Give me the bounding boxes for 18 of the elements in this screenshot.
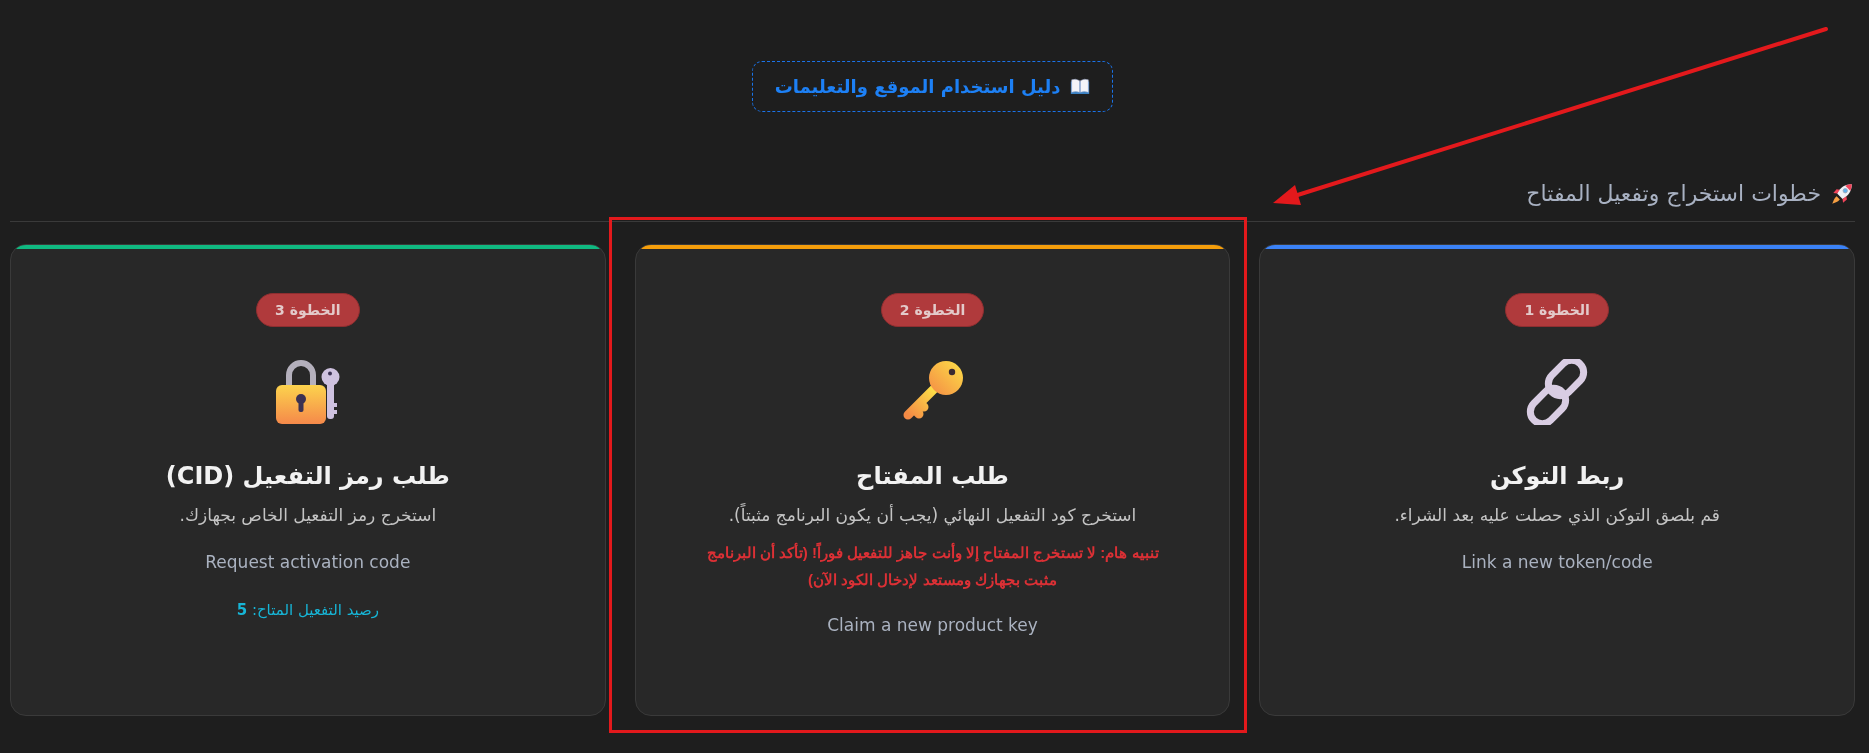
step-title: طلب رمز التفعيل (CID) (165, 461, 450, 492)
step-description: استخرج كود التفعيل النهائي (يجب أن يكون البرنامج مثبتاً). (728, 502, 1137, 528)
step-title: ربط التوكن (1489, 461, 1625, 492)
step-badge: الخطوة 3 (256, 293, 360, 327)
action-text: Request activation code (205, 551, 411, 574)
step-badge: الخطوة 1 (1505, 293, 1609, 327)
section-heading: خطوات استخراج وتفعيل المفتاح (1526, 180, 1821, 209)
action-text: Link a new token/code (1461, 551, 1653, 574)
open-book-icon (1070, 78, 1091, 95)
step-title: طلب المفتاح (856, 461, 1009, 492)
step-description: استخرج رمز التفعيل الخاص بجهازك. (179, 504, 437, 528)
warning-text: تنبيه هام: لا تستخرج المفتاح إلا وأنت جاهز للتفعيل فوراً! (تأكد أن البرنامج مثبت بجهازك ومستعد لإدخال الكود الآن) (705, 541, 1160, 591)
action-text: Claim a new product key (827, 614, 1038, 637)
rocket-icon (1829, 181, 1855, 207)
step-description: قم بلصق التوكن الذي حصلت عليه بعد الشراء. (1394, 504, 1720, 528)
step-badge: الخطوة 2 (880, 293, 985, 327)
padlock-with-key-icon (274, 359, 341, 425)
guide-link-button[interactable]: دليل استخدام الموقع والتعليمات (751, 61, 1114, 112)
